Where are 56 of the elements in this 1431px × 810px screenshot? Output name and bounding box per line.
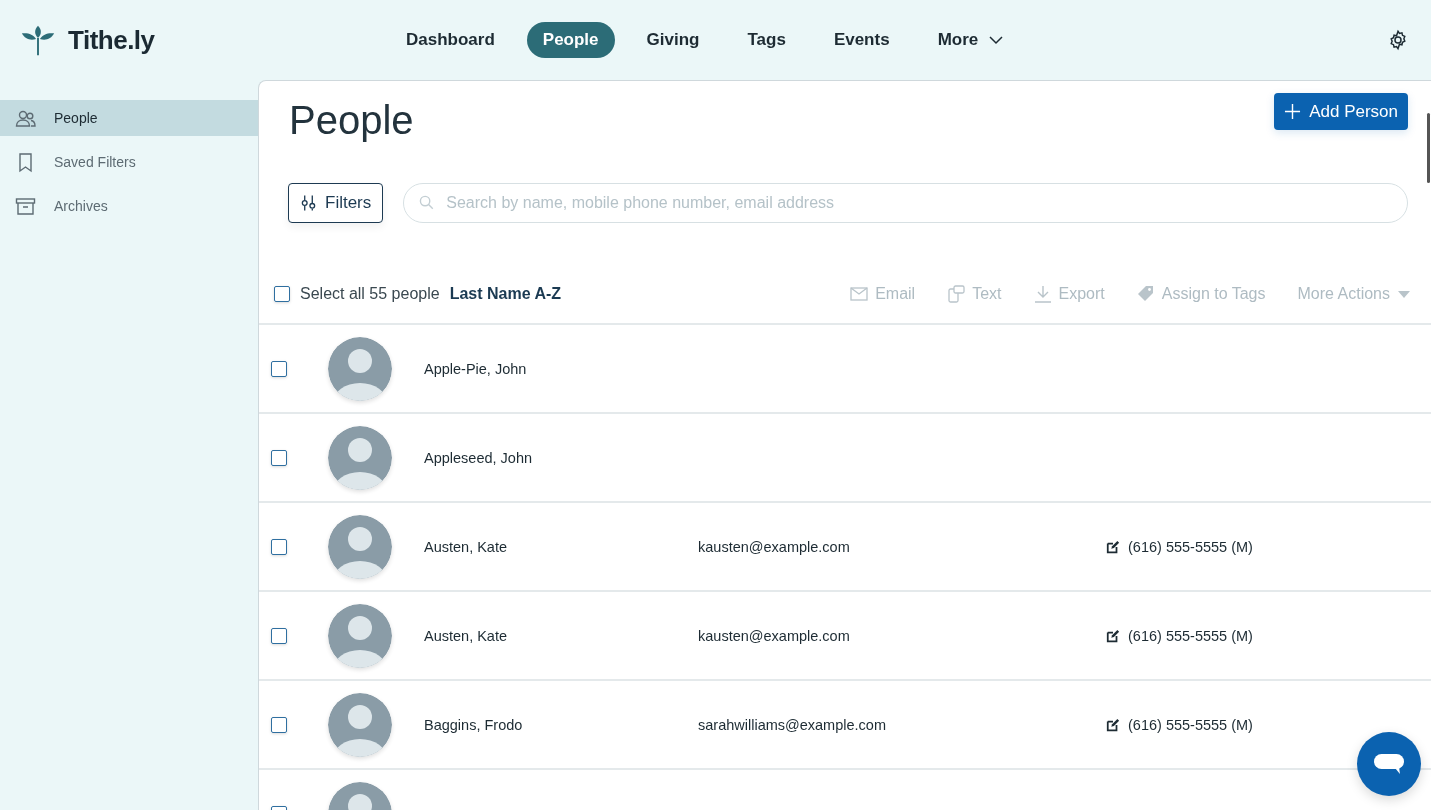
sidebar-item[interactable]: Saved Filters xyxy=(0,144,258,180)
search-icon xyxy=(419,195,435,210)
avatar-icon xyxy=(328,336,392,401)
person-phone: (616) 555-5555 (M) xyxy=(1128,538,1253,555)
avatar-icon xyxy=(328,425,392,490)
nav-tab[interactable]: Dashboard xyxy=(390,22,511,58)
sort-link[interactable]: Last Name A-Z xyxy=(449,285,562,303)
person-name: Apple-Pie, John xyxy=(424,360,527,377)
nav-tab[interactable]: Events xyxy=(817,22,906,58)
nav-tab[interactable]: More xyxy=(921,22,1021,58)
avatar-icon xyxy=(328,514,392,579)
edit-icon xyxy=(1106,717,1120,732)
checkbox[interactable] xyxy=(271,449,287,466)
envelope-icon xyxy=(850,285,869,303)
person-phone: (616) 555-5555 (M) xyxy=(1128,716,1253,733)
sidebar-item[interactable]: People xyxy=(0,100,258,136)
search-field[interactable]: Search by name, mobile phone number, email address xyxy=(403,183,1408,223)
person-email: kausten@example.com xyxy=(698,627,850,644)
scrollbar[interactable] xyxy=(1427,113,1430,183)
nav-tab[interactable]: People xyxy=(526,22,615,58)
checkbox[interactable] xyxy=(271,538,287,555)
phone-message-icon xyxy=(947,285,966,303)
download-icon xyxy=(1033,285,1052,303)
page-title: People xyxy=(289,97,414,144)
archive-box-icon xyxy=(15,195,36,217)
select-all-label: Select all 55 people xyxy=(300,285,440,303)
nav-tab[interactable]: Tags xyxy=(731,22,802,58)
brand-name: Tithe.ly xyxy=(68,24,155,56)
person-email: sarahwilliams@example.com xyxy=(698,716,886,733)
edit-icon xyxy=(1106,628,1120,643)
person-name: Baggins, Frodo xyxy=(424,716,523,733)
person-row[interactable]: Appleseed, John xyxy=(259,414,1431,503)
person-name: Austen, Kate xyxy=(424,627,508,644)
person-row[interactable]: Apple-Pie, John xyxy=(259,325,1431,414)
checkbox[interactable] xyxy=(271,716,287,733)
avatar-icon xyxy=(328,692,392,757)
checkbox[interactable] xyxy=(271,627,287,644)
sidebar-item[interactable]: Archives xyxy=(0,188,258,224)
person-name: Appleseed, John xyxy=(424,449,533,466)
settings-icon[interactable] xyxy=(1387,29,1409,51)
person-row[interactable]: Austen, Kate kausten@example.com (616) 555-5555 (M) xyxy=(259,592,1431,681)
person-email: kausten@example.com xyxy=(698,538,850,555)
add-person-button[interactable]: Add Person xyxy=(1274,93,1408,130)
avatar-icon xyxy=(328,603,392,668)
caret-icon xyxy=(1397,289,1411,299)
sliders-icon xyxy=(300,194,317,212)
person-row[interactable]: Austen, Kate kausten@example.com (616) 555-5555 (M) xyxy=(259,503,1431,592)
edit-icon xyxy=(1106,539,1120,554)
person-phone: (616) 555-5555 (M) xyxy=(1128,627,1253,644)
nav-tab[interactable]: Giving xyxy=(630,22,716,58)
tag-icon xyxy=(1136,285,1155,303)
plus-icon xyxy=(1284,103,1302,120)
person-name: Austen, Kate xyxy=(424,538,508,555)
checkbox[interactable] xyxy=(274,286,290,302)
checkbox[interactable] xyxy=(271,360,287,377)
filters-button[interactable]: Filters xyxy=(288,183,384,223)
